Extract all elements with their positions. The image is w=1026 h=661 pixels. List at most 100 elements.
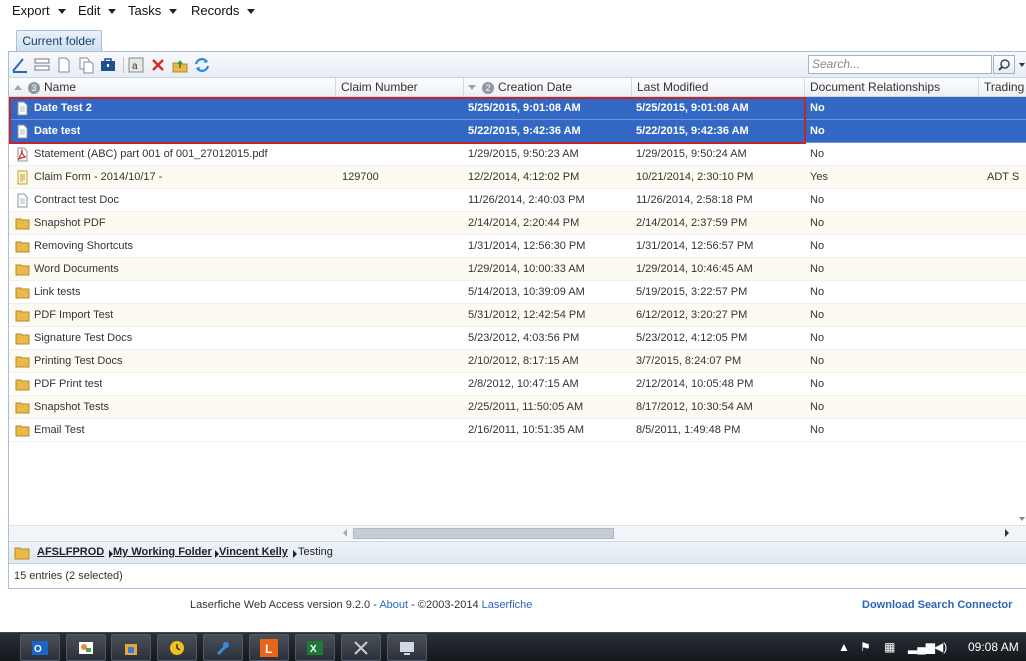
laserfiche-icon[interactable]: L [249,634,289,661]
table-row[interactable]: Contract test Doc 11/26/2014, 2:40:03 PM 1… [9,189,1026,212]
table-row[interactable]: PDF Import Test 5/31/2012, 12:42:54 PM 6/1… [9,304,1026,327]
menu-tasks[interactable]: Tasks [128,3,178,18]
horizontal-scroll-thumb[interactable] [353,528,614,539]
cell-name: Date test [34,125,81,137]
table-row[interactable]: Email Test 2/16/2011, 10:51:35 AM 8/5/2011… [9,419,1026,442]
table-row[interactable]: Link tests 5/14/2013, 10:39:09 AM 5/19/201… [9,281,1026,304]
horizontal-scrollbar[interactable] [9,525,1026,540]
volume-icon[interactable]: ◀) [934,640,947,654]
network-icon[interactable]: ▦ [884,640,895,654]
cell-name: Signature Test Docs [34,332,133,344]
search-icon [998,58,1010,71]
search-options-button[interactable] [1016,55,1026,74]
table-row[interactable]: Removing Shortcuts 1/31/2014, 12:56:30 PM… [9,235,1026,258]
table-row[interactable]: Signature Test Docs 5/23/2012, 4:03:56 PM… [9,327,1026,350]
svg-text:O: O [34,644,42,655]
breadcrumb-item[interactable]: My Working Folder [113,546,212,558]
scroll-down-icon[interactable] [1019,517,1025,521]
cell-modified: 1/29/2014, 10:46:45 AM [636,263,753,275]
store-icon[interactable] [111,634,151,661]
table-row[interactable]: Printing Test Docs 2/10/2012, 8:17:15 AM 3… [9,350,1026,373]
cell-created: 2/25/2011, 11:50:05 AM [468,401,584,413]
column-header-claim-number[interactable]: Claim Number [336,78,464,97]
tools-icon[interactable] [203,634,243,661]
cell-modified: 5/19/2015, 3:22:57 PM [636,286,748,298]
clock[interactable]: 09:08 AM [968,640,1019,654]
table-row[interactable]: Date test 5/22/2015, 9:42:36 AM 5/22/2015,… [9,120,1026,143]
folder-icon [15,285,30,300]
cell-created: 11/26/2014, 2:40:03 PM [468,194,585,206]
table-row[interactable]: Word Documents 1/29/2014, 10:00:33 AM 1/29… [9,258,1026,281]
snipping-icon[interactable] [341,634,381,661]
cell-created: 2/10/2012, 8:17:15 AM [468,355,579,367]
clock-app-icon[interactable] [157,634,197,661]
cell-name: Snapshot Tests [34,401,110,413]
search-button[interactable] [993,55,1015,74]
folder-browser: a Search... 3 Name Claim Number 2 Creation… [8,51,1026,589]
briefcase-icon[interactable] [99,56,117,74]
download-search-connector-link[interactable]: Download Search Connector [862,599,1012,611]
breadcrumb-item[interactable]: Vincent Kelly [219,546,288,558]
new-document-icon[interactable] [55,56,73,74]
cell-created: 5/14/2013, 10:39:09 AM [468,286,585,298]
copy-icon[interactable] [77,56,95,74]
column-header-creation-date[interactable]: 2 Creation Date [464,78,632,97]
cell-created: 1/31/2014, 12:56:30 PM [468,240,586,252]
menu-records[interactable]: Records [191,3,256,18]
cell-name: Email Test [34,424,85,436]
sort-down-icon [468,85,476,91]
columns-icon[interactable] [33,56,51,74]
column-header-last-modified[interactable]: Last Modified [632,78,805,97]
excel-icon[interactable]: X [295,634,335,661]
table-row[interactable]: Snapshot PDF 2/14/2014, 2:20:44 PM 2/14/20… [9,212,1026,235]
sort-index-badge: 3 [28,81,40,94]
chevron-down-icon [1018,62,1025,67]
cell-modified: 11/26/2014, 2:58:18 PM [636,194,753,206]
table-row[interactable]: Date Test 2 5/25/2015, 9:01:08 AM 5/25/201… [9,97,1026,120]
vertical-scrollbar[interactable] [1019,97,1026,525]
column-header-trading[interactable]: Trading [979,78,1026,97]
tray-expand-icon[interactable]: ▲ [838,640,850,654]
menu-export[interactable]: Export [12,3,66,18]
laserfiche-link[interactable]: Laserfiche [482,599,533,611]
cell-rel: No [810,148,825,160]
footer: Laserfiche Web Access version 9.2.0 - Ab… [190,599,533,611]
table-row[interactable]: PDF Print test 2/8/2012, 10:47:15 AM 2/12/… [9,373,1026,396]
chevron-down-icon [108,9,117,15]
folder-icon [15,216,30,231]
outlook-icon[interactable]: O [20,634,60,661]
cell-name: Snapshot PDF [34,217,106,229]
scroll-right-icon[interactable] [1005,529,1009,537]
signal-icon[interactable]: ▂▄▆ [908,640,935,654]
cell-rel: No [810,309,825,321]
column-header-document-relationships[interactable]: Document Relationships [805,78,979,97]
column-header-name[interactable]: 3 Name [9,78,336,97]
cell-created: 12/2/2014, 4:12:02 PM [468,171,580,183]
tab-current-folder[interactable]: Current folder [16,30,102,52]
edit-icon[interactable] [11,56,29,74]
svg-text:a: a [132,61,138,72]
search-input[interactable]: Search... [808,55,992,74]
menu-edit[interactable]: Edit [78,3,117,18]
cell-created: 5/31/2012, 12:42:54 PM [468,309,586,321]
refresh-icon[interactable] [193,56,211,74]
upload-icon[interactable] [171,56,189,74]
table-row[interactable]: Statement (ABC) part 001 of 001_27012015… [9,143,1026,166]
remote-icon[interactable] [387,634,427,661]
flag-icon[interactable]: ⚑ [860,640,871,654]
table-row[interactable]: Claim Form - 2014/10/17 - 129700 12/2/2014… [9,166,1026,189]
delete-icon[interactable] [149,56,167,74]
about-link[interactable]: About [379,599,408,611]
cell-rel: No [810,217,825,229]
table-row[interactable]: Snapshot Tests 2/25/2011, 11:50:05 AM 8/17… [9,396,1026,419]
text-icon[interactable]: a [127,56,145,74]
cell-modified: 2/12/2014, 10:05:48 PM [636,378,754,390]
breadcrumb-item[interactable]: AFSLFPROD [37,546,104,558]
cell-created: 1/29/2014, 10:00:33 AM [468,263,585,275]
paint-icon[interactable] [66,634,106,661]
folder-icon [15,400,30,415]
cell-modified: 1/29/2015, 9:50:24 AM [636,148,747,160]
svg-text:L: L [265,642,272,656]
scroll-left-icon[interactable] [343,529,347,537]
cell-modified: 8/5/2011, 1:49:48 PM [636,424,741,436]
